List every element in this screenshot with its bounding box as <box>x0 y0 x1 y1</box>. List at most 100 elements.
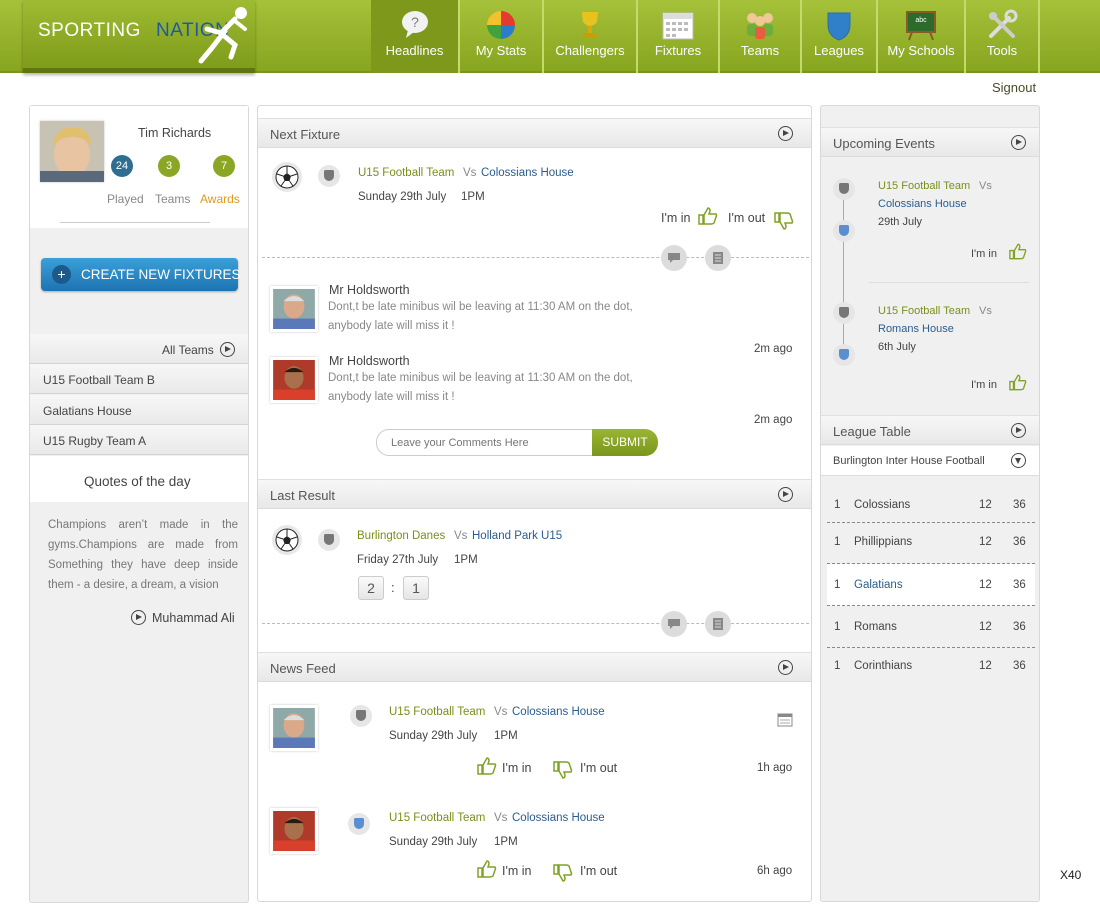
comment-text: Dont,t be late minibus wil be leaving at… <box>328 372 633 384</box>
awards-count-badge: 7 <box>213 155 235 177</box>
teams-label[interactable]: Teams <box>155 192 190 206</box>
awards-label[interactable]: Awards <box>200 192 240 206</box>
nav-tools[interactable]: Tools <box>966 0 1040 73</box>
avatar[interactable] <box>270 808 318 854</box>
nav-leagues[interactable]: Leagues <box>802 0 878 73</box>
table-row[interactable]: 1 Phillippians 12 36 <box>827 523 1035 564</box>
home-score: 2 <box>358 576 384 600</box>
arrow-right-icon <box>220 342 235 357</box>
nav-label: My Schools <box>887 43 955 58</box>
league-points: 36 <box>1013 660 1026 672</box>
vs-label: Vs <box>979 305 992 317</box>
submit-button[interactable]: SUBMIT <box>592 429 658 456</box>
thumbs-up-icon[interactable] <box>1009 243 1027 260</box>
shield-icon <box>827 12 851 41</box>
league-team: Corinthians <box>854 660 913 672</box>
league-pos: 1 <box>834 621 841 633</box>
nav-my-stats[interactable]: My Stats <box>460 0 544 73</box>
nav-teams[interactable]: Teams <box>720 0 802 73</box>
sporting-nation-logo[interactable]: SPORTING NATION <box>23 0 255 73</box>
arrow-right-icon[interactable] <box>131 610 146 625</box>
sidebar-item-team[interactable]: Galatians House <box>30 395 248 425</box>
league-table-header: League Table <box>821 415 1039 445</box>
arrow-right-icon[interactable] <box>778 660 793 675</box>
main-content: Next Fixture U15 Football Team Vs Coloss… <box>257 105 812 902</box>
comment-icon[interactable] <box>661 245 687 271</box>
nav-my-schools[interactable]: abc My Schools <box>878 0 966 73</box>
comment-input[interactable] <box>376 429 594 456</box>
table-row[interactable]: 1 Romans 12 36 <box>827 606 1035 648</box>
main-nav: ? Headlines My Stats Challengers Fixture… <box>371 0 1040 73</box>
news-time: 1PM <box>494 836 518 848</box>
vs-label: Vs <box>454 530 468 542</box>
thumbs-down-icon[interactable] <box>553 864 573 882</box>
team-crest-icon <box>318 165 340 187</box>
section-title: News Feed <box>270 661 336 676</box>
league-pos: 1 <box>834 579 841 591</box>
avatar[interactable] <box>270 357 318 403</box>
avatar[interactable] <box>270 705 318 751</box>
arrow-right-icon[interactable] <box>1011 423 1026 438</box>
sidebar-item-team[interactable]: U15 Football Team B <box>30 364 248 394</box>
svg-text:abc: abc <box>915 17 927 24</box>
news-time-ago: 6h ago <box>757 865 793 877</box>
football-icon <box>272 525 302 555</box>
table-row[interactable]: 1 Corinthians 12 36 <box>827 648 1035 688</box>
event-home-team[interactable]: U15 Football Team <box>878 180 970 192</box>
league-team: Galatians <box>854 579 903 591</box>
thumbs-up-icon[interactable] <box>477 860 497 878</box>
event-away-team[interactable]: Romans House <box>878 323 954 335</box>
arrow-right-icon[interactable] <box>778 126 793 141</box>
league-select[interactable]: Burlington Inter House Football <box>821 446 1039 476</box>
quote-heading: Quotes of the day <box>84 474 191 489</box>
away-team-link[interactable]: Colossians House <box>512 812 605 824</box>
home-team-link[interactable]: U15 Football Team <box>389 812 485 824</box>
calendar-icon[interactable] <box>777 712 793 727</box>
event-away-team[interactable]: Colossians House <box>878 198 967 210</box>
im-out-label: I'm out <box>728 211 766 225</box>
news-time-ago: 1h ago <box>757 762 793 774</box>
all-teams-label: All Teams <box>162 343 214 357</box>
played-label[interactable]: Played <box>107 192 144 206</box>
create-new-fixtures-button[interactable]: + CREATE NEW FIXTURES <box>41 258 241 291</box>
comment-author: Mr Holdsworth <box>329 283 410 297</box>
thumbs-down-icon[interactable] <box>553 761 573 779</box>
away-team-link[interactable]: Holland Park U15 <box>472 530 562 542</box>
section-title: Last Result <box>270 488 336 503</box>
footballer-icon <box>198 7 247 64</box>
notes-icon[interactable] <box>705 245 731 271</box>
notes-icon[interactable] <box>705 611 731 637</box>
away-team-link[interactable]: Colossians House <box>512 706 605 718</box>
user-photo-icon <box>40 121 104 182</box>
nav-label: My Stats <box>475 43 527 58</box>
team-label: U15 Rugby Team A <box>43 434 147 448</box>
thumbs-up-icon[interactable] <box>477 757 497 775</box>
arrow-right-icon[interactable] <box>778 487 793 502</box>
avatar[interactable] <box>270 286 318 332</box>
home-team-link[interactable]: Burlington Danes <box>357 530 445 542</box>
signout-link[interactable]: Signout <box>992 80 1036 95</box>
section-title: Upcoming Events <box>833 136 935 151</box>
event-home-team[interactable]: U15 Football Team <box>878 305 970 317</box>
table-row[interactable]: 1 Galatians 12 36 <box>827 564 1035 606</box>
thumbs-up-icon[interactable] <box>1009 374 1027 391</box>
thumbs-up-icon[interactable] <box>698 207 718 225</box>
all-teams-row[interactable]: All Teams <box>30 334 248 364</box>
sidebar-item-team[interactable]: U15 Rugby Team A <box>30 425 248 455</box>
table-row[interactable]: 1 Colossians 12 36 <box>827 488 1035 523</box>
home-team-link[interactable]: U15 Football Team <box>358 167 454 179</box>
tools-icon <box>989 9 1018 38</box>
nav-challengers[interactable]: Challengers <box>544 0 638 73</box>
arrow-right-icon[interactable] <box>1011 135 1026 150</box>
nav-fixtures[interactable]: Fixtures <box>638 0 720 73</box>
fixture-date: Sunday 29th July <box>358 191 447 203</box>
avatar[interactable] <box>40 121 104 182</box>
home-team-link[interactable]: U15 Football Team <box>389 706 485 718</box>
team-crest-icon <box>348 813 370 835</box>
comment-icon[interactable] <box>661 611 687 637</box>
logo-text-sporting: SPORTING <box>38 20 141 41</box>
away-team-link[interactable]: Colossians House <box>481 167 574 179</box>
chevron-down-icon <box>1011 453 1026 468</box>
nav-headlines[interactable]: ? Headlines <box>371 0 460 73</box>
thumbs-down-icon[interactable] <box>774 212 794 230</box>
